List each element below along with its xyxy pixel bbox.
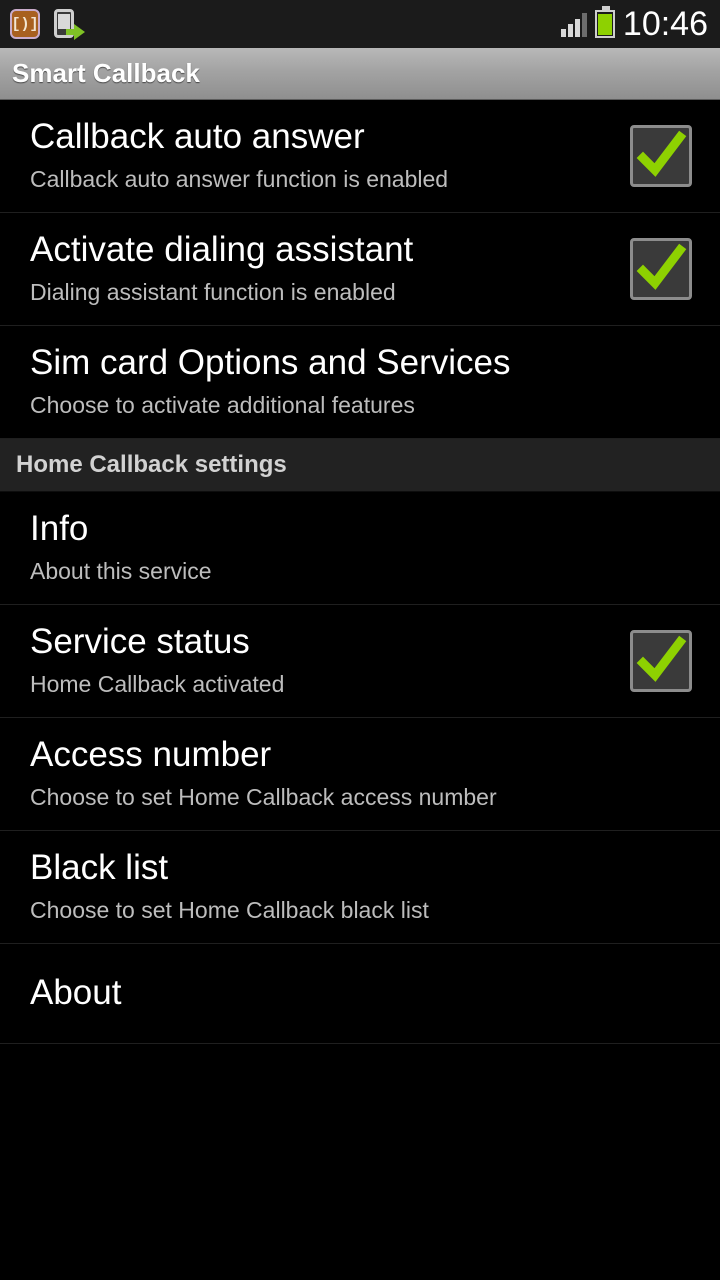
list-item-title: Service status: [30, 622, 250, 661]
list-item-subtitle: Choose to activate additional features: [30, 392, 415, 418]
list-item-title: Black list: [30, 848, 169, 887]
list-item-info[interactable]: Info About this service: [0, 492, 720, 605]
call-forward-icon: [52, 8, 85, 40]
checkbox-activate-dialing-assistant[interactable]: [630, 238, 692, 300]
status-bar-left-icons: [)]: [10, 8, 85, 40]
checkbox-callback-auto-answer[interactable]: [630, 125, 692, 187]
list-item-title: Activate dialing assistant: [30, 230, 414, 269]
page-title: Smart Callback: [12, 58, 200, 88]
list-item-sim-card-options-and-services[interactable]: Sim card Options and Services Choose to …: [0, 326, 720, 439]
checkbox-service-status[interactable]: [630, 630, 692, 692]
list-item-subtitle: Choose to set Home Callback black list: [30, 897, 429, 923]
settings-list: Callback auto answer Callback auto answe…: [0, 100, 720, 1044]
list-item-subtitle: About this service: [30, 558, 212, 584]
sim-toolkit-icon-glyph: [)]: [11, 15, 39, 33]
list-item-title: Sim card Options and Services: [30, 343, 511, 382]
list-item-subtitle: Callback auto answer function is enabled: [30, 166, 449, 192]
list-item-service-status[interactable]: Service status Home Callback activated: [0, 605, 720, 718]
signal-icon: [560, 11, 587, 37]
list-item-access-number[interactable]: Access number Choose to set Home Callbac…: [0, 718, 720, 831]
list-item-title: Access number: [30, 735, 272, 774]
list-item-activate-dialing-assistant[interactable]: Activate dialing assistant Dialing assis…: [0, 213, 720, 326]
status-bar-clock: 10:46: [622, 5, 708, 43]
list-item-black-list[interactable]: Black list Choose to set Home Callback b…: [0, 831, 720, 944]
status-bar-right-icons: 10:46: [560, 0, 708, 48]
list-item-title: Info: [30, 509, 89, 548]
check-icon: [636, 635, 687, 682]
list-item-subtitle: Dialing assistant function is enabled: [30, 279, 396, 305]
list-item-subtitle: Home Callback activated: [30, 671, 285, 697]
status-bar: [)] 10:46: [0, 0, 720, 48]
battery-icon: [594, 6, 615, 38]
check-icon: [636, 243, 687, 290]
check-icon: [636, 130, 687, 177]
list-item-about[interactable]: About: [0, 944, 720, 1044]
app-title-bar: Smart Callback: [0, 48, 720, 100]
list-item-callback-auto-answer[interactable]: Callback auto answer Callback auto answe…: [0, 100, 720, 213]
section-header-label: Home Callback settings: [16, 451, 287, 478]
list-item-subtitle: Choose to set Home Callback access numbe…: [30, 784, 497, 810]
list-item-title: About: [30, 972, 122, 1012]
list-item-title: Callback auto answer: [30, 117, 365, 156]
section-header-home-callback-settings: Home Callback settings: [0, 439, 720, 492]
sim-toolkit-icon: [)]: [10, 9, 40, 39]
